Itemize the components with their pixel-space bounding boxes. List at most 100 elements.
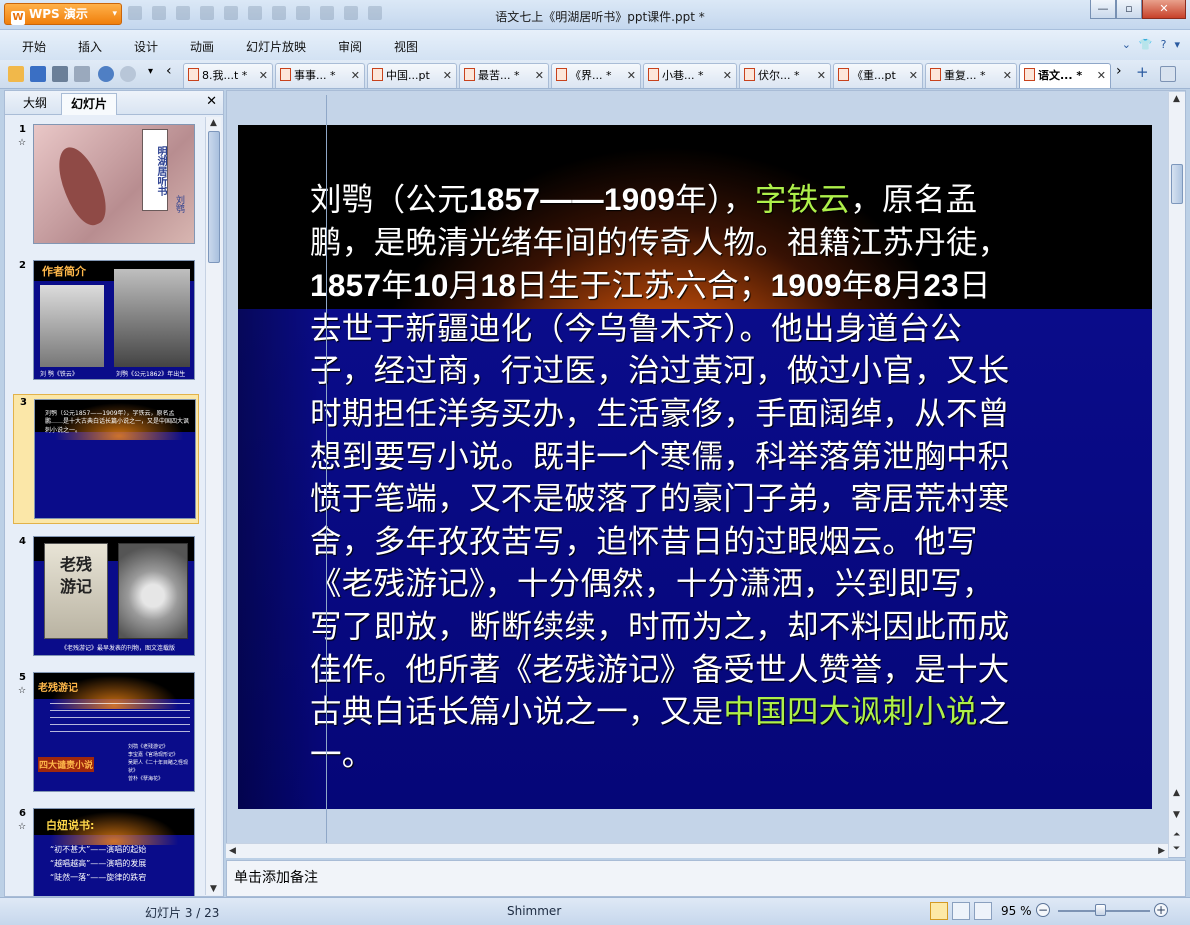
- tab-scroll-left-icon[interactable]: ‹: [166, 63, 182, 79]
- menu-view[interactable]: 视图: [394, 38, 418, 55]
- close-tab-icon[interactable]: ✕: [909, 64, 918, 87]
- highlighted-text: 中国四大讽刺小说: [723, 694, 978, 731]
- zoom-in-icon[interactable]: +: [1154, 903, 1168, 917]
- minimize-button[interactable]: —: [1090, 0, 1116, 19]
- slideshow-play-icon[interactable]: [974, 902, 992, 920]
- slide-thumbnail-2[interactable]: 2 作者简介 刘 鹗《铁云》 刘鹗《公元1862》年出生: [5, 258, 203, 382]
- text-run: ，原名孟: [850, 182, 978, 218]
- slide-thumbnail-4[interactable]: 4 老残 游记 《老残游记》最早发表的刊物，图文连载版: [5, 534, 203, 658]
- scroll-up-icon[interactable]: ▲: [1173, 788, 1180, 798]
- ppt-file-icon: [930, 68, 941, 81]
- chevron-down-icon: ▾: [112, 9, 117, 19]
- doc-tab-active[interactable]: 语文... * ✕: [1019, 63, 1111, 88]
- text-run: 1857——1909: [469, 181, 676, 217]
- slide-thumbnail-1[interactable]: 1 ☆ 明湖居听书 刘鹗: [5, 122, 203, 248]
- doc-tab[interactable]: 8.我...t * ✕: [183, 63, 273, 88]
- text-run: 刘鹗（公元: [310, 182, 470, 218]
- slide-thumbnail-6[interactable]: 6 ☆ 白妞说书: “初不甚大”——演唱的起始 “越唱越高”——演唱的发展 “陡…: [5, 806, 203, 896]
- new-tab-icon[interactable]: +: [1136, 63, 1152, 81]
- notes-pane[interactable]: 单击添加备注: [226, 860, 1186, 897]
- print-icon[interactable]: [52, 66, 68, 82]
- text-run: 8: [873, 267, 892, 304]
- close-tab-icon[interactable]: ✕: [1097, 64, 1106, 87]
- close-tab-icon[interactable]: ✕: [259, 64, 268, 87]
- scroll-thumb[interactable]: [1171, 164, 1183, 204]
- doc-tab[interactable]: 事事... * ✕: [275, 63, 365, 88]
- zoom-slider-handle[interactable]: [1095, 904, 1106, 916]
- scroll-down-icon[interactable]: ▼: [210, 884, 217, 894]
- doc-tab[interactable]: 《重...pt ✕: [833, 63, 923, 88]
- close-tab-icon[interactable]: ✕: [817, 64, 826, 87]
- menu-animation[interactable]: 动画: [190, 38, 214, 55]
- next-slide-icon[interactable]: ⏷: [1173, 844, 1180, 854]
- doc-tab[interactable]: 重复... * ✕: [925, 63, 1017, 88]
- redo-icon[interactable]: [120, 66, 136, 82]
- close-button[interactable]: ✕: [1142, 0, 1186, 19]
- menu-review[interactable]: 审阅: [338, 38, 362, 55]
- save-icon[interactable]: [30, 66, 46, 82]
- close-tab-icon[interactable]: ✕: [723, 64, 732, 87]
- tab-scroll-right-icon[interactable]: ›: [1116, 63, 1132, 79]
- text-run: 年），: [675, 182, 755, 218]
- scroll-left-icon[interactable]: ◀: [229, 846, 236, 856]
- zoom-level: 95 %: [1001, 904, 1032, 918]
- text-run: 23: [923, 267, 959, 304]
- thumb-subtitle: 四大谴责小说: [38, 757, 95, 772]
- chevron-down-icon[interactable]: ▾: [1174, 38, 1180, 51]
- slide-body-text[interactable]: 刘鹗（公元1857——1909年），字铁云，原名孟 鹏，是晚清光绪年间的传奇人物。…: [310, 178, 1110, 776]
- close-tab-icon[interactable]: ✕: [1003, 64, 1012, 87]
- open-icon[interactable]: [8, 66, 24, 82]
- slide-text-line: 佳作。他所著《老残游记》备受世人赞誉，是十大: [310, 649, 1110, 692]
- close-tab-icon[interactable]: ✕: [443, 64, 452, 87]
- zoom-out-icon[interactable]: −: [1036, 903, 1050, 917]
- undo-icon[interactable]: [98, 66, 114, 82]
- menu-home[interactable]: 开始: [22, 38, 46, 55]
- menu-slideshow[interactable]: 幻灯片放映: [246, 38, 306, 55]
- slide-text-line: 时期担任洋务买办，生活豪侈，手面阔绰，从不曾: [310, 393, 1110, 436]
- close-tab-icon[interactable]: ✕: [351, 64, 360, 87]
- slide-thumbnail-5[interactable]: 5 ☆ 老残游记 四大谴责小说 刘鹗《老残游记》 李宝嘉《官场现形记》 吴趼人《…: [5, 670, 203, 794]
- help-icon[interactable]: ?: [1161, 38, 1167, 51]
- scroll-right-icon[interactable]: ▶: [1158, 846, 1165, 856]
- normal-view-icon[interactable]: [930, 902, 948, 920]
- doc-tab[interactable]: 中国...pt ✕: [367, 63, 457, 88]
- prev-slide-icon[interactable]: ⏶: [1173, 830, 1180, 840]
- menu-insert[interactable]: 插入: [78, 38, 102, 55]
- slide-text-line: 舍，多年孜孜苦写，追怀昔日的过眼烟云。他写: [310, 521, 1110, 564]
- window-list-icon[interactable]: [1160, 66, 1176, 82]
- scroll-up-icon[interactable]: ▲: [1173, 94, 1180, 104]
- chevron-down-icon[interactable]: ▾: [148, 66, 164, 82]
- slide-thumbnail-3[interactable]: 3 刘鹗（公元1857——1909年），字铁云，原名孟鹏……是十大古典白话长篇小…: [13, 394, 199, 524]
- slide-sorter-icon[interactable]: [952, 902, 970, 920]
- slide-text-line: 刘鹗（公元1857——1909年），字铁云，原名孟: [310, 178, 1110, 222]
- doc-tab[interactable]: 伏尔... * ✕: [739, 63, 831, 88]
- shirt-icon[interactable]: 👕: [1139, 38, 1153, 51]
- current-slide[interactable]: 刘鹗（公元1857——1909年），字铁云，原名孟 鹏，是晚清光绪年间的传奇人物。…: [238, 125, 1152, 809]
- doc-tab[interactable]: 小巷... * ✕: [643, 63, 737, 88]
- close-tab-icon[interactable]: ✕: [535, 64, 544, 87]
- thumbnail-scrollbar[interactable]: ▲ ▼: [205, 117, 221, 895]
- doc-tab[interactable]: 《界... * ✕: [551, 63, 641, 88]
- close-tab-icon[interactable]: ✕: [627, 64, 636, 87]
- tab-outline[interactable]: 大纲: [11, 93, 59, 115]
- title-bar: W WPS 演示 ▾ 语文七上《明湖居听书》ppt课件.ppt * — ▫ ✕: [0, 0, 1190, 30]
- slide-text-line: 想到要写小说。既非一个寒儒，科举落第泄胸中积: [310, 436, 1110, 479]
- slide-text-line: 愤于笔端，又不是破落了的豪门子弟，寄居荒村寒: [310, 478, 1110, 521]
- ppt-file-icon: [744, 68, 755, 81]
- menu-design[interactable]: 设计: [134, 38, 158, 55]
- ppt-file-icon: [838, 68, 849, 81]
- chevron-down-icon[interactable]: ⌄: [1122, 38, 1131, 51]
- doc-tab[interactable]: 最苦... * ✕: [459, 63, 549, 88]
- print-preview-icon[interactable]: [74, 66, 90, 82]
- restore-button[interactable]: ▫: [1116, 0, 1142, 19]
- scroll-down-icon[interactable]: ▼: [1173, 810, 1180, 820]
- document-tab-bar: ▾ ‹ 8.我...t * ✕ 事事... * ✕ 中国...pt ✕ 最苦... *…: [0, 60, 1190, 89]
- scroll-up-icon[interactable]: ▲: [210, 118, 217, 128]
- editor-vertical-scrollbar[interactable]: ▲ ▲ ▼ ⏶ ⏷: [1168, 92, 1185, 857]
- text-run: 年: [841, 268, 874, 305]
- editor-horizontal-scrollbar[interactable]: ◀ ▶: [226, 843, 1168, 858]
- tab-slides[interactable]: 幻灯片: [61, 93, 117, 115]
- close-panel-icon[interactable]: ✕: [206, 94, 217, 109]
- scroll-thumb[interactable]: [208, 131, 220, 263]
- wps-menu-button[interactable]: W WPS 演示 ▾: [4, 3, 122, 25]
